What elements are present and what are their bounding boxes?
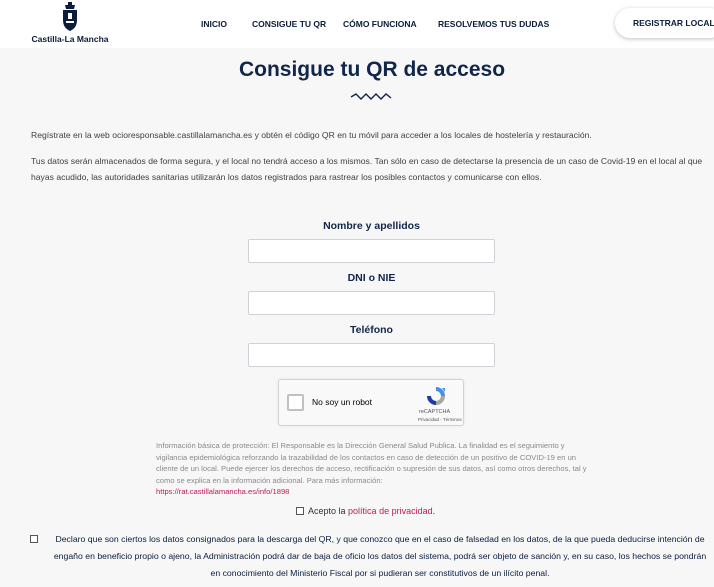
logo[interactable]: Castilla-La Mancha — [28, 2, 112, 46]
declaration-text: Declaro que son ciertos los datos consig… — [53, 534, 707, 578]
site-header: Castilla-La Mancha INICIO CONSIGUE TU QR… — [0, 0, 714, 48]
recaptcha-brand: reCAPTCHA — [419, 409, 451, 415]
recaptcha-terms-link[interactable]: Privacidad - Términos — [418, 417, 462, 422]
nav-resolvemos-dudas[interactable]: RESOLVEMOS TUS DUDAS — [438, 19, 549, 29]
nav-inicio[interactable]: INICIO — [201, 19, 227, 29]
intro-text: Regístrate en la web ocioresponsable.cas… — [31, 130, 592, 140]
recaptcha-label: No soy un robot — [312, 397, 373, 407]
name-label: Nombre y apellidos — [323, 220, 420, 232]
privacy-note: Tus datos serán almacenados de forma seg… — [31, 156, 703, 182]
dni-input[interactable] — [248, 291, 495, 315]
coat-of-arms-icon — [63, 2, 77, 31]
wave-divider-icon — [350, 93, 392, 100]
declaration-checkbox[interactable] — [30, 535, 38, 543]
accept-suffix: . — [432, 506, 436, 516]
name-input[interactable] — [248, 239, 495, 263]
recaptcha-widget: No soy un robot reCAPTCHA Privacidad - T… — [278, 379, 464, 426]
nav-consigue-qr[interactable]: CONSIGUE TU QR — [252, 19, 326, 29]
register-local-button[interactable]: REGISTRAR LOCAL — [615, 8, 714, 38]
recaptcha-checkbox[interactable] — [287, 394, 304, 411]
accept-privacy-row: Acepto la política de privacidad. — [296, 506, 435, 516]
logo-text: Castilla-La Mancha — [31, 34, 109, 44]
accept-prefix: Acepto la — [308, 506, 346, 516]
data-protection-info: Información básica de protección: El Res… — [156, 440, 592, 498]
accept-privacy-checkbox[interactable] — [296, 507, 304, 515]
phone-label: Teléfono — [350, 324, 393, 336]
data-protection-link[interactable]: https://rat.castillalamancha.es/info/189… — [156, 487, 289, 496]
data-protection-text: Información básica de protección: El Res… — [156, 441, 587, 485]
page-title: Consigue tu QR de acceso — [238, 58, 506, 81]
privacy-policy-link[interactable]: política de privacidad — [348, 506, 433, 516]
phone-input[interactable] — [248, 343, 495, 367]
recaptcha-logo-icon — [427, 387, 445, 405]
nav-como-funciona[interactable]: CÓMO FUNCIONA — [343, 19, 417, 29]
dni-label: DNI o NIE — [347, 272, 396, 284]
